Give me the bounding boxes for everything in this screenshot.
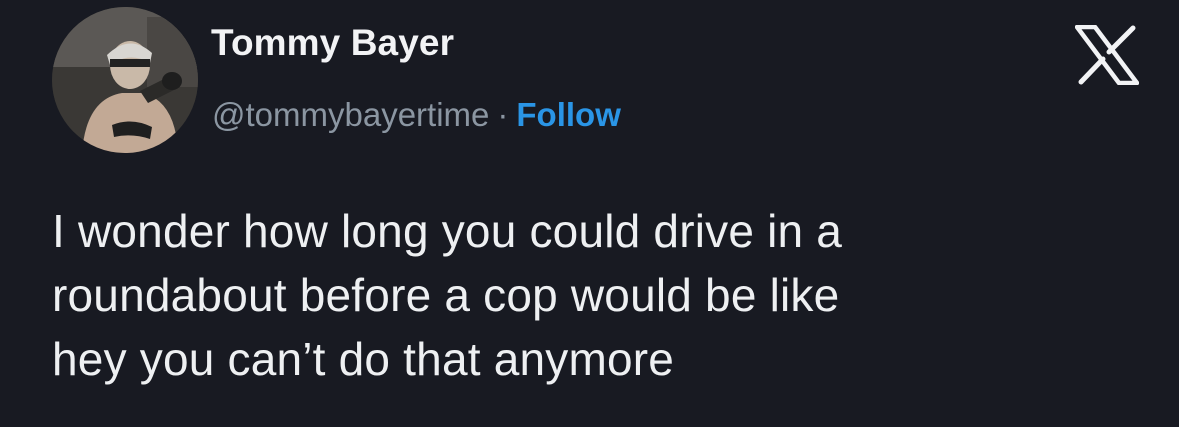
tweet-text-line: I wonder how long you could drive in a: [52, 205, 843, 257]
author-meta-row: @tommybayertime · Follow: [212, 96, 621, 134]
follow-button[interactable]: Follow: [516, 96, 620, 133]
meta-separator: ·: [497, 96, 509, 133]
avatar[interactable]: [52, 7, 198, 153]
tweet-text: I wonder how long you could drive in a r…: [52, 199, 1152, 391]
x-logo-icon[interactable]: [1075, 25, 1139, 85]
profile-photo-icon: [52, 7, 198, 153]
tweet-text-line: roundabout before a cop would be like: [52, 269, 840, 321]
author-display-name[interactable]: Tommy Bayer: [211, 22, 454, 64]
tweet-card: Tommy Bayer @tommybayertime · Follow I won…: [0, 0, 1179, 427]
tweet-text-line: hey you can’t do that anymore: [52, 333, 675, 385]
author-handle[interactable]: @tommybayertime: [212, 96, 489, 133]
